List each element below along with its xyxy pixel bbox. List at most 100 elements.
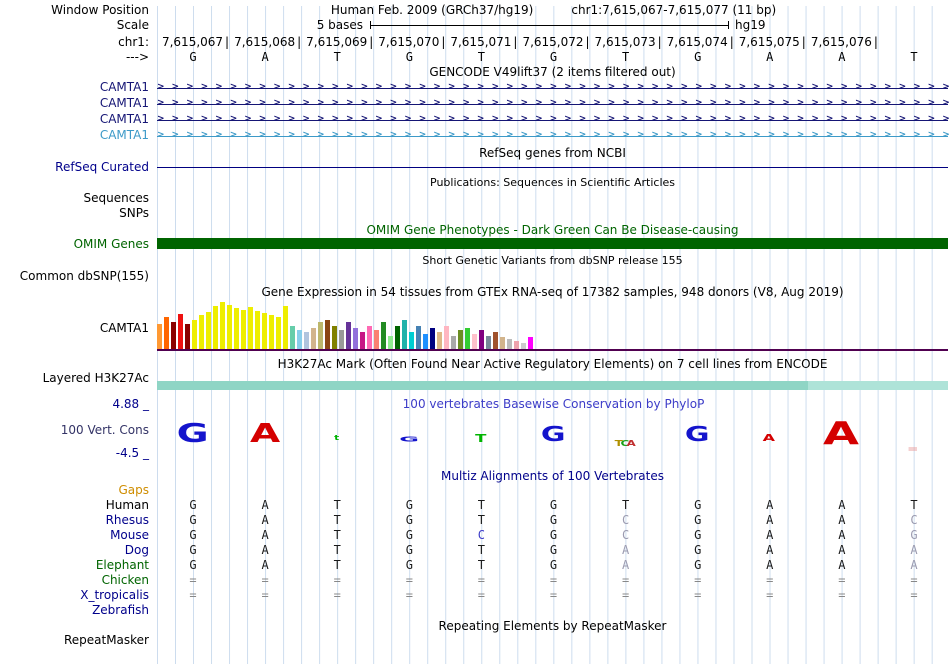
alignment-row-elephant[interactable]: Elephant G A T G T G A G A A A: [0, 558, 950, 573]
gtex-tissue-bar: [206, 312, 211, 350]
gtex-tissue-bar: [241, 310, 246, 350]
alignment-base: A: [838, 543, 846, 557]
alignment-base: [301, 603, 373, 618]
alignment-row-gaps[interactable]: Gaps: [0, 483, 950, 498]
gtex-tissue-bar: [458, 330, 463, 350]
species-label[interactable]: Dog: [0, 543, 157, 558]
alignment-base: [878, 603, 950, 618]
refseq-track-header: RefSeq genes from NCBI: [479, 146, 626, 160]
gtex-tissue-bar: [465, 328, 470, 350]
gene-label[interactable]: CAMTA1: [0, 96, 157, 112]
gtex-tissue-bar: [353, 328, 358, 350]
alignment-row-chicken[interactable]: Chicken = = = = = = = = = = =: [0, 573, 950, 588]
coordinates-row: chr1: 7,615,067 | 7,615,068 | 7,615,069 | 7,61…: [0, 35, 950, 50]
alignment-base: A: [838, 528, 846, 542]
sequences-label[interactable]: Sequences: [0, 191, 157, 205]
gene-row[interactable]: CAMTA1 >>>>>>>>>>>>>>>>>>>>>>>>>>>>>>>>>>…: [0, 80, 950, 96]
coordinate-cell: [878, 35, 950, 50]
base-letter: T: [477, 50, 486, 64]
gene-label[interactable]: CAMTA1: [0, 128, 157, 144]
base-letter: T: [621, 50, 630, 64]
alignment-row-x_tropicalis[interactable]: X_tropicalis = = = = = = = = = = =: [0, 588, 950, 603]
dna-sequence-track[interactable]: GATGTGTGAAT: [157, 50, 950, 65]
gene-label[interactable]: CAMTA1: [0, 112, 157, 128]
species-label[interactable]: X_tropicalis: [0, 588, 157, 603]
gtex-gene-label[interactable]: CAMTA1: [0, 321, 157, 335]
alignment-row-rhesus[interactable]: Rhesus G A T G T G C G A A C: [0, 513, 950, 528]
gencode-gene-rows: CAMTA1 >>>>>>>>>>>>>>>>>>>>>>>>>>>>>>>>>>…: [0, 80, 950, 144]
gtex-tissue-bar: [402, 320, 407, 350]
gtex-tissue-bar: [437, 332, 442, 350]
gtex-expression-barchart[interactable]: [157, 300, 535, 350]
alignment-base: T: [477, 498, 486, 512]
alignment-base: [229, 603, 301, 618]
alignment-base: T: [910, 498, 918, 512]
h3k27ac-row[interactable]: Layered H3K27Ac: [0, 371, 950, 391]
alignment-base: G: [405, 513, 413, 527]
alignment-row-dog[interactable]: Dog G A T G T G A G A A A: [0, 543, 950, 558]
alignment-cells: [157, 483, 950, 498]
gtex-tissue-bar: [164, 317, 169, 350]
alignment-row-zebrafish[interactable]: Zebrafish: [0, 603, 950, 618]
species-label[interactable]: Mouse: [0, 528, 157, 543]
refseq-curated-row[interactable]: RefSeq Curated: [0, 160, 950, 175]
vert-cons-label[interactable]: 100 Vert. Cons: [0, 423, 157, 437]
coordinate-value: 7,615,075: [738, 35, 800, 49]
gtex-tissue-bar: [374, 330, 379, 350]
alignment-cells: = = = = = = = = = = =: [157, 573, 950, 588]
alignment-cells: GATGTGCGAAC: [157, 513, 950, 528]
snps-label[interactable]: SNPs: [0, 206, 157, 220]
gtex-tissue-bar: [157, 324, 162, 350]
coordinate-cell: 7,615,071 |: [445, 35, 517, 50]
alignment-row-mouse[interactable]: Mouse G A T G C G C G A A G: [0, 528, 950, 543]
gene-row[interactable]: CAMTA1 >>>>>>>>>>>>>>>>>>>>>>>>>>>>>>>>>>…: [0, 96, 950, 112]
refseq-curated-label[interactable]: RefSeq Curated: [0, 160, 157, 174]
species-label[interactable]: Chicken: [0, 573, 157, 588]
alignment-row-human[interactable]: Human G A T G T G T G A A T: [0, 498, 950, 513]
multiz-alignment-rows: Gaps Human G A T G T G T G A A T Rhesus G A T G T G C G A A C Mou…: [0, 483, 950, 618]
gene-strand-arrows: >>>>>>>>>>>>>>>>>>>>>>>>>>>>>>>>>>>>>>>>…: [157, 96, 950, 112]
species-label[interactable]: Rhesus: [0, 513, 157, 528]
base-position-ruler[interactable]: 7,615,067 | 7,615,068 | 7,615,069 | 7,615,070 |…: [157, 35, 950, 50]
gtex-tissue-bar: [290, 326, 295, 350]
dbsnp-label[interactable]: Common dbSNP(155): [0, 269, 157, 283]
gene-row[interactable]: CAMTA1 >>>>>>>>>>>>>>>>>>>>>>>>>>>>>>>>>>…: [0, 128, 950, 144]
dbsnp-row: Common dbSNP(155): [0, 269, 950, 284]
alignment-base: A: [838, 558, 846, 572]
omim-genes-label[interactable]: OMIM Genes: [0, 237, 157, 251]
alignment-base: A: [766, 498, 774, 512]
gencode-track-header: GENCODE V49lift37 (2 items filtered out): [429, 65, 676, 79]
alignment-base: =: [477, 588, 486, 602]
gene-row[interactable]: CAMTA1 >>>>>>>>>>>>>>>>>>>>>>>>>>>>>>>>>>…: [0, 112, 950, 128]
alignment-base: A: [261, 513, 269, 527]
species-label[interactable]: Elephant: [0, 558, 157, 573]
omim-gene-bar[interactable]: [157, 238, 948, 249]
gtex-baseline: [157, 349, 948, 351]
gtex-tissue-bar: [171, 322, 176, 350]
alignment-base: =: [405, 588, 413, 602]
alignment-base: =: [694, 588, 702, 602]
alignment-base: G: [189, 513, 197, 527]
coordinate-value: 7,615,069: [306, 35, 368, 49]
gtex-tissue-bar: [339, 330, 344, 350]
alignment-base: A: [261, 543, 269, 557]
alignment-base: G: [549, 558, 558, 572]
species-label[interactable]: Zebrafish: [0, 603, 157, 618]
gtex-tissue-bar: [346, 322, 351, 350]
repeatmasker-row: RepeatMasker: [0, 633, 950, 648]
species-label[interactable]: Gaps: [0, 483, 157, 498]
coordinate-value: 7,615,072: [522, 35, 584, 49]
repeatmasker-label[interactable]: RepeatMasker: [0, 633, 157, 647]
omim-genes-row[interactable]: OMIM Genes: [0, 237, 950, 252]
publications-track-header: Publications: Sequences in Scientific Ar…: [430, 176, 675, 189]
alignment-base: [157, 483, 229, 498]
alignment-base: C: [621, 513, 630, 527]
gtex-tissue-bar: [311, 328, 316, 350]
alignment-base: =: [766, 573, 774, 587]
alignment-cells: GATGTGAGAAA: [157, 558, 950, 573]
species-label[interactable]: Human: [0, 498, 157, 513]
gene-label[interactable]: CAMTA1: [0, 80, 157, 96]
alignment-base: G: [549, 543, 558, 557]
h3k27ac-label[interactable]: Layered H3K27Ac: [0, 371, 157, 385]
multiz-track-header: Multiz Alignments of 100 Vertebrates: [440, 469, 665, 483]
